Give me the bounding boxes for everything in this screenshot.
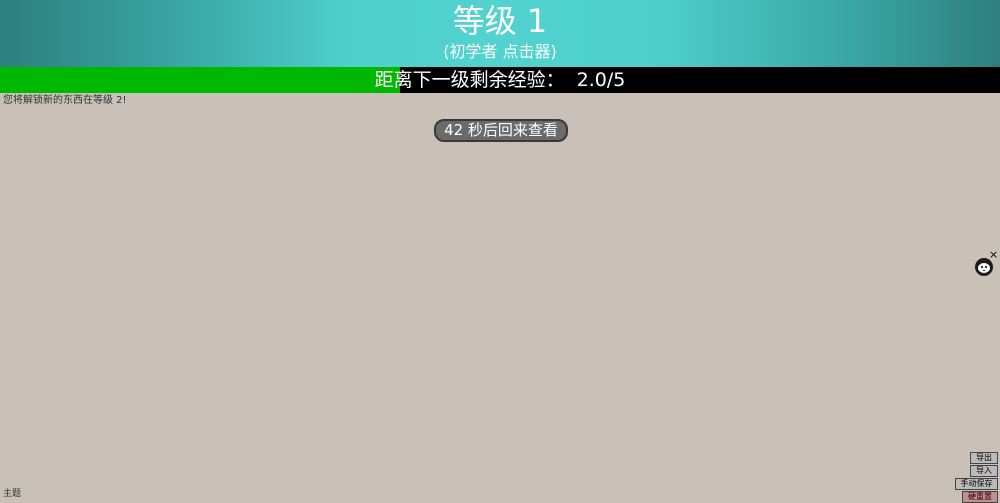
hard-reset-button[interactable]: 硬重置	[962, 491, 998, 503]
unlock-note: 您将解锁新的东西在等级 2!	[3, 95, 127, 106]
import-button[interactable]: 导入	[970, 465, 998, 477]
come-back-button[interactable]: 42 秒后回来查看	[434, 119, 568, 142]
level-subtitle: (初学者 点击器)	[443, 42, 557, 61]
xp-progress-bar: 距离下一级剩余经验： 2.0/5	[0, 67, 1000, 93]
cat-face-icon[interactable]	[974, 257, 994, 277]
level-header: 等级 1 (初学者 点击器)	[0, 0, 1000, 67]
level-title: 等级 1	[452, 2, 548, 40]
xp-progress-label: 距离下一级剩余经验： 2.0/5	[374, 69, 626, 91]
theme-button[interactable]: 主题	[3, 489, 21, 500]
manual-save-button[interactable]: 手动保存	[955, 478, 998, 490]
export-button[interactable]: 导出	[970, 452, 998, 464]
